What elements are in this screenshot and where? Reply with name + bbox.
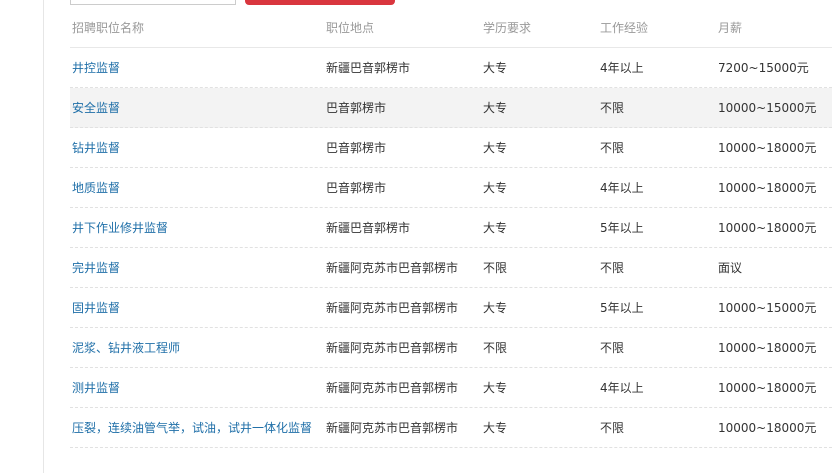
- job-location: 新疆阿克苏市巴音郭楞市: [326, 381, 459, 395]
- job-education: 大专: [483, 301, 508, 315]
- job-salary: 10000~18000元: [718, 341, 817, 355]
- job-experience: 5年以上: [600, 301, 644, 315]
- left-divider: [43, 0, 44, 473]
- header-location: 职位地点: [326, 21, 375, 35]
- job-title-link[interactable]: 安全监督: [72, 101, 120, 115]
- job-title-link[interactable]: 钻井监督: [72, 141, 120, 155]
- job-title-link[interactable]: 完井监督: [72, 261, 120, 275]
- table-row[interactable]: 井控监督 新疆巴音郭楞市 大专 4年以上 7200~15000元: [70, 48, 832, 88]
- table-row[interactable]: 井下作业修井监督 新疆巴音郭楞市 大专 5年以上 10000~18000元: [70, 208, 832, 248]
- job-experience: 4年以上: [600, 381, 644, 395]
- table-row[interactable]: 固井监督 新疆阿克苏市巴音郭楞市 大专 5年以上 10000~15000元: [70, 288, 832, 328]
- header-job-title: 招聘职位名称: [72, 21, 145, 35]
- job-location: 新疆阿克苏市巴音郭楞市: [326, 341, 459, 355]
- job-salary: 10000~15000元: [718, 301, 817, 315]
- job-salary: 10000~18000元: [718, 141, 817, 155]
- job-experience: 不限: [600, 421, 625, 435]
- table-header: 招聘职位名称 职位地点 学历要求 工作经验 月薪: [70, 8, 832, 48]
- table-row[interactable]: 测井监督 新疆阿克苏市巴音郭楞市 大专 4年以上 10000~18000元: [70, 368, 832, 408]
- job-experience: 不限: [600, 101, 625, 115]
- job-education: 不限: [483, 261, 508, 275]
- job-salary: 10000~18000元: [718, 181, 817, 195]
- job-location: 巴音郭楞市: [326, 141, 387, 155]
- header-salary: 月薪: [718, 21, 743, 35]
- job-table: 招聘职位名称 职位地点 学历要求 工作经验 月薪 井控监督 新疆巴音郭楞市 大专…: [70, 8, 832, 448]
- job-experience: 5年以上: [600, 221, 644, 235]
- table-row[interactable]: 完井监督 新疆阿克苏市巴音郭楞市 不限 不限 面议: [70, 248, 832, 288]
- job-experience: 不限: [600, 141, 625, 155]
- job-experience: 4年以上: [600, 181, 644, 195]
- job-education: 大专: [483, 181, 508, 195]
- job-education: 大专: [483, 101, 508, 115]
- job-location: 新疆阿克苏市巴音郭楞市: [326, 261, 459, 275]
- job-salary: 面议: [718, 261, 743, 275]
- job-location: 新疆阿克苏市巴音郭楞市: [326, 421, 459, 435]
- job-education: 大专: [483, 421, 508, 435]
- job-title-link[interactable]: 井控监督: [72, 61, 120, 75]
- job-experience: 不限: [600, 261, 625, 275]
- job-title-link[interactable]: 固井监督: [72, 301, 120, 315]
- job-location: 新疆巴音郭楞市: [326, 61, 411, 75]
- job-education: 大专: [483, 61, 508, 75]
- job-salary: 10000~18000元: [718, 221, 817, 235]
- job-title-link[interactable]: 测井监督: [72, 381, 120, 395]
- job-title-link[interactable]: 地质监督: [72, 181, 120, 195]
- job-location: 巴音郭楞市: [326, 181, 387, 195]
- job-location: 新疆阿克苏市巴音郭楞市: [326, 301, 459, 315]
- search-button[interactable]: [245, 0, 395, 5]
- job-education: 大专: [483, 221, 508, 235]
- job-experience: 不限: [600, 341, 625, 355]
- job-salary: 10000~18000元: [718, 381, 817, 395]
- table-row[interactable]: 泥浆、钻井液工程师 新疆阿克苏市巴音郭楞市 不限 不限 10000~18000元: [70, 328, 832, 368]
- job-experience: 4年以上: [600, 61, 644, 75]
- job-title-link[interactable]: 泥浆、钻井液工程师: [72, 341, 180, 355]
- search-input[interactable]: [70, 0, 236, 5]
- job-salary: 10000~18000元: [718, 421, 817, 435]
- job-title-link[interactable]: 压裂，连续油管气举，试油，试井一体化监督: [72, 421, 312, 435]
- job-salary: 7200~15000元: [718, 61, 809, 75]
- table-row[interactable]: 地质监督 巴音郭楞市 大专 4年以上 10000~18000元: [70, 168, 832, 208]
- job-location: 巴音郭楞市: [326, 101, 387, 115]
- job-title-link[interactable]: 井下作业修井监督: [72, 221, 168, 235]
- job-education: 大专: [483, 381, 508, 395]
- header-experience: 工作经验: [600, 21, 649, 35]
- table-row[interactable]: 钻井监督 巴音郭楞市 大专 不限 10000~18000元: [70, 128, 832, 168]
- job-location: 新疆巴音郭楞市: [326, 221, 411, 235]
- table-row[interactable]: 安全监督 巴音郭楞市 大专 不限 10000~15000元: [70, 88, 832, 128]
- job-salary: 10000~15000元: [718, 101, 817, 115]
- table-row[interactable]: 压裂，连续油管气举，试油，试井一体化监督 新疆阿克苏市巴音郭楞市 大专 不限 1…: [70, 408, 832, 448]
- job-education: 不限: [483, 341, 508, 355]
- job-education: 大专: [483, 141, 508, 155]
- header-education: 学历要求: [483, 21, 532, 35]
